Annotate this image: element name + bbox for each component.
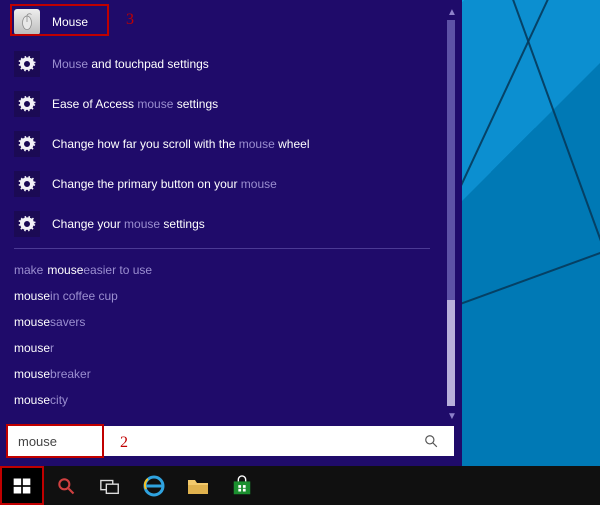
ie-icon [142, 474, 166, 498]
search-panel: Mouse Mouse and touchpad settings Ease of … [0, 0, 462, 466]
sugg-savers[interactable]: mousesavers [14, 309, 444, 335]
sugg-r[interactable]: mouser [14, 335, 444, 361]
search-icon[interactable] [424, 434, 454, 448]
store-button[interactable] [220, 466, 264, 505]
result-ease-of-access[interactable]: Ease of Access mouse settings [0, 84, 444, 124]
gear-icon [14, 91, 40, 117]
sugg-electronics[interactable]: mouser electronics [14, 413, 444, 420]
result-label: Change the primary button on your mouse [52, 177, 277, 191]
result-label: Mouse and touchpad settings [52, 57, 209, 71]
task-view-button[interactable] [88, 466, 132, 505]
start-button[interactable] [0, 466, 44, 505]
store-icon [231, 475, 253, 497]
explorer-button[interactable] [176, 466, 220, 505]
mouse-icon [14, 9, 40, 35]
results-scrollbar[interactable]: ▲ ▼ [444, 4, 460, 424]
result-mouse-touchpad[interactable]: Mouse and touchpad settings [0, 44, 444, 84]
gear-icon [14, 211, 40, 237]
result-label: Change your mouse settings [52, 217, 205, 231]
search-icon [56, 476, 76, 496]
ie-button[interactable] [132, 466, 176, 505]
search-suggestions: make mouse easier to usemouse in coffee … [0, 257, 444, 420]
result-mouse[interactable]: Mouse [0, 0, 444, 44]
scrollbar-thumb[interactable] [447, 20, 455, 300]
search-box[interactable] [8, 426, 454, 456]
gear-icon [14, 131, 40, 157]
results-divider [14, 248, 430, 249]
result-label: Change how far you scroll with the mouse… [52, 137, 309, 151]
sugg-breaker[interactable]: mousebreaker [14, 361, 444, 387]
sugg-city[interactable]: mousecity [14, 387, 444, 413]
result-label: Mouse [52, 15, 88, 29]
taskview-icon [99, 476, 121, 496]
search-task-button[interactable] [44, 466, 88, 505]
scroll-up-button[interactable]: ▲ [444, 4, 460, 20]
result-change-settings[interactable]: Change your mouse settings [0, 204, 444, 244]
annotation-label-3: 3 [126, 11, 134, 29]
result-label: Ease of Access mouse settings [52, 97, 218, 111]
desktop-wallpaper: Mouse Mouse and touchpad settings Ease of … [0, 0, 600, 505]
windows-logo-icon [12, 476, 32, 496]
folder-icon [186, 476, 210, 496]
search-results-list: Mouse Mouse and touchpad settings Ease of … [0, 0, 444, 420]
sugg-coffee[interactable]: mouse in coffee cup [14, 283, 444, 309]
taskbar [0, 466, 600, 505]
annotation-label-2: 2 [120, 434, 128, 452]
wallpaper-line [448, 0, 600, 505]
gear-icon [14, 51, 40, 77]
sugg-easier[interactable]: make mouse easier to use [14, 257, 444, 283]
result-primary-button[interactable]: Change the primary button on your mouse [0, 164, 444, 204]
result-scroll-wheel[interactable]: Change how far you scroll with the mouse… [0, 124, 444, 164]
search-input[interactable] [8, 434, 424, 449]
gear-icon [14, 171, 40, 197]
scroll-down-button[interactable]: ▼ [444, 408, 460, 424]
